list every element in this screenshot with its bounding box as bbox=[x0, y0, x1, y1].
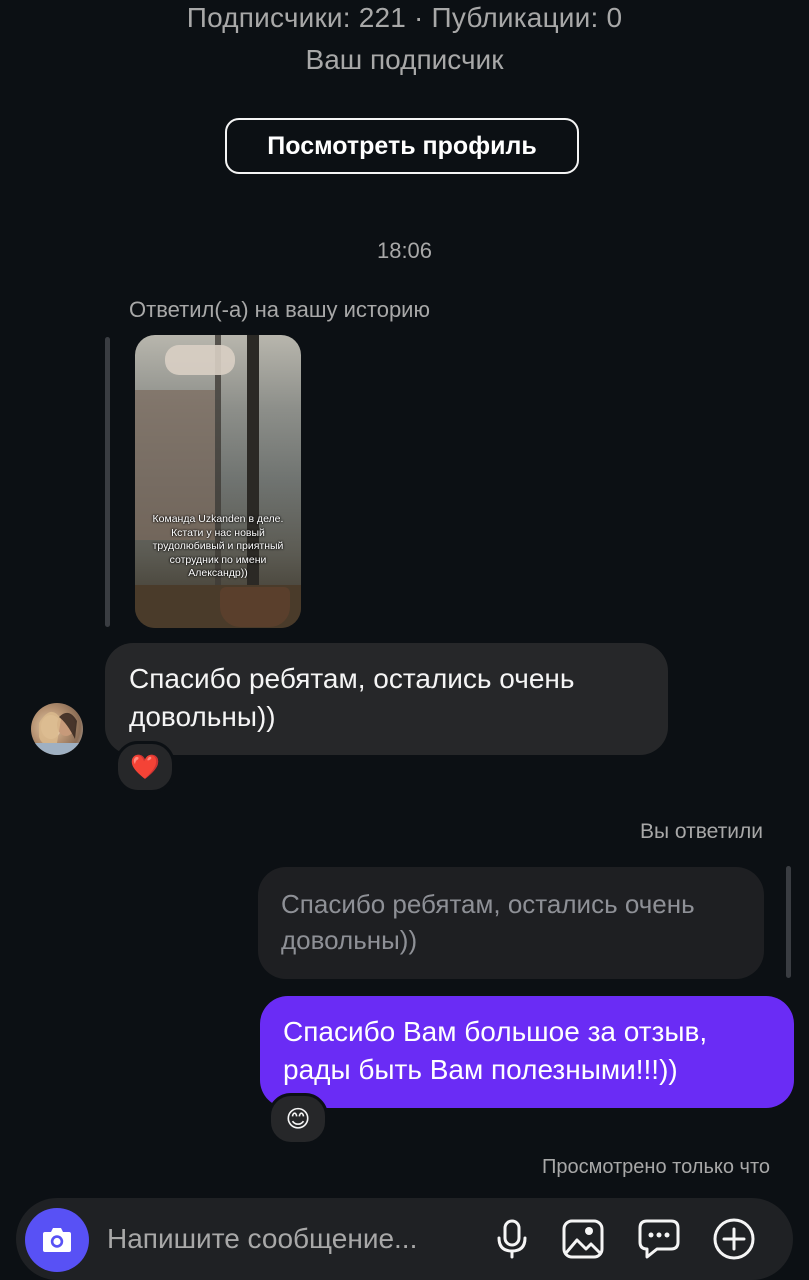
camera-icon bbox=[43, 1228, 71, 1252]
story-caption: Команда Uzkanden в деле. Кстати у нас но… bbox=[152, 513, 284, 579]
quoted-message-bubble[interactable]: Спасибо ребятам, остались очень довольны… bbox=[258, 867, 764, 979]
avatar-photo-icon bbox=[31, 711, 83, 755]
seen-status: Просмотрено только что bbox=[541, 1156, 770, 1178]
you-replied-label: Вы ответили bbox=[639, 820, 763, 843]
outgoing-message-bubble[interactable]: Спасибо Вам большое за отзыв, рады быть … bbox=[260, 996, 794, 1108]
heart-reaction-icon[interactable]: ❤️ bbox=[115, 741, 175, 793]
message-input[interactable] bbox=[107, 1217, 467, 1261]
avatar[interactable] bbox=[31, 703, 83, 755]
message-timestamp: 18:06 bbox=[376, 238, 433, 263]
story-thumbnail[interactable]: Команда Uzkanden в деле. Кстати у нас но… bbox=[135, 335, 301, 628]
smile-reaction-icon[interactable]: 😊 bbox=[268, 1093, 328, 1145]
follower-status: Ваш подписчик bbox=[305, 44, 504, 75]
gallery-icon bbox=[562, 1219, 604, 1259]
incoming-message-bubble[interactable]: Спасибо ребятам, остались очень довольны… bbox=[105, 643, 668, 755]
add-button[interactable] bbox=[711, 1216, 757, 1262]
story-quote-bar bbox=[105, 337, 110, 627]
gallery-button[interactable] bbox=[560, 1216, 606, 1262]
plus-circle-icon bbox=[713, 1218, 755, 1260]
story-reply-label: Ответил(-а) на вашу историю bbox=[129, 297, 430, 322]
camera-button[interactable] bbox=[25, 1208, 89, 1272]
chat-button[interactable] bbox=[636, 1216, 682, 1262]
story-hand-image bbox=[165, 345, 235, 375]
quote-bar bbox=[786, 866, 791, 978]
microphone-icon bbox=[497, 1219, 527, 1259]
microphone-button[interactable] bbox=[489, 1216, 535, 1262]
profile-stats: Подписчики: 221 · Публикации: 0 bbox=[186, 2, 623, 33]
chat-bubble-icon bbox=[638, 1219, 680, 1259]
story-pot-image bbox=[220, 587, 290, 627]
view-profile-button[interactable]: Посмотреть профиль bbox=[225, 118, 579, 174]
